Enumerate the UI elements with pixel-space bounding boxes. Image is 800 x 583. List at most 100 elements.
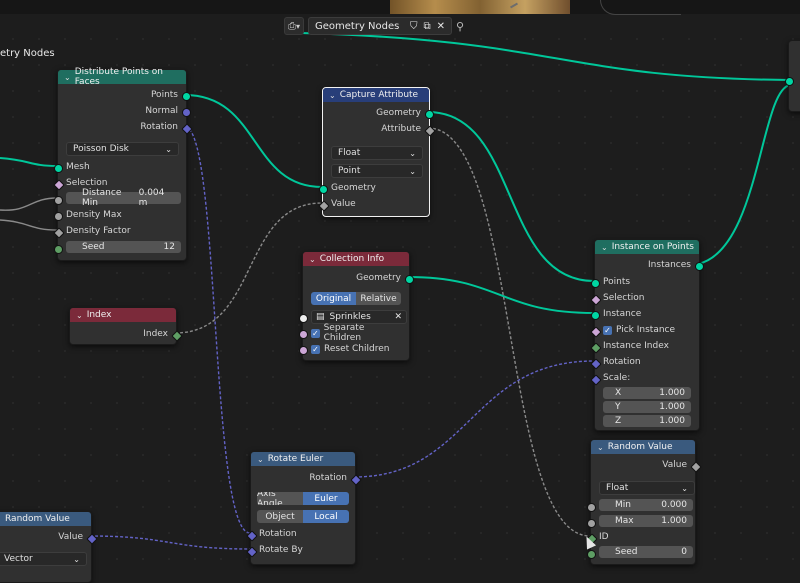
euler-option[interactable]: Euler — [303, 492, 349, 505]
local-option[interactable]: Local — [303, 510, 349, 523]
pin-icon[interactable]: ⚲ — [456, 20, 464, 33]
close-icon[interactable]: ✕ — [437, 21, 445, 32]
chevron-down-icon[interactable]: ⌄ — [597, 443, 604, 452]
collection-field[interactable]: ▤ Sprinkles ✕ — [311, 310, 407, 324]
output-normal: Normal — [58, 104, 186, 118]
min-field[interactable]: Min 0.000 — [599, 499, 693, 511]
random-vector-type-dropdown[interactable]: Vector ⌄ — [0, 552, 87, 566]
input-points: Points — [595, 275, 699, 289]
scale-y-field[interactable]: Y 1.000 — [603, 401, 691, 413]
chevron-down-icon[interactable]: ⌄ — [257, 455, 264, 464]
socket-geometry-in[interactable] — [319, 185, 328, 194]
transform-space-toggle[interactable]: Original Relative — [311, 292, 401, 305]
random-header[interactable]: ⌄ Random Value — [591, 440, 695, 454]
reset-children-row[interactable]: ✓ Reset Children — [303, 342, 409, 356]
capture-title: Capture Attribute — [339, 90, 419, 100]
chevron-down-icon: ▾ — [296, 21, 301, 31]
link-random-rotateby — [89, 535, 251, 550]
socket-mesh-in[interactable] — [54, 164, 63, 173]
socket-normal-out[interactable] — [182, 108, 191, 117]
input-mesh: Mesh — [58, 160, 186, 174]
output-label: Geometry — [356, 273, 401, 283]
instance-on-points-node[interactable]: ⌄ Instance on Points Instances Points Se… — [590, 239, 704, 431]
original-option[interactable]: Original — [311, 292, 356, 305]
socket-instances-out[interactable] — [695, 262, 704, 271]
chevron-down-icon[interactable]: ⌄ — [64, 73, 71, 82]
link-euler-instance — [353, 360, 595, 478]
chevron-down-icon[interactable]: ⌄ — [329, 91, 336, 100]
rotate-euler-node[interactable]: ⌄ Rotate Euler Rotation Axis Angle Euler… — [246, 451, 362, 565]
pick-instance-row[interactable]: ✓ Pick Instance — [595, 323, 699, 337]
object-option[interactable]: Object — [257, 510, 303, 523]
scale-x-field[interactable]: X 1.000 — [603, 387, 691, 399]
socket-instance-in[interactable] — [591, 311, 600, 320]
field-value: 1.000 — [659, 388, 685, 398]
space-toggle[interactable]: Object Local — [257, 510, 349, 523]
random-vector-header[interactable]: Random Value — [0, 512, 91, 526]
socket-geometry-out[interactable] — [425, 110, 434, 119]
max-field[interactable]: Max 1.000 — [599, 515, 693, 527]
random-type-dropdown[interactable]: Float ⌄ — [599, 481, 695, 495]
editor-type-button[interactable]: ⎙ ▾ — [284, 17, 305, 35]
link-left-float-1 — [0, 197, 58, 211]
relative-option[interactable]: Relative — [356, 292, 401, 305]
node-tree-selector[interactable]: Geometry Nodes ⛉ ⧉ ✕ — [308, 17, 453, 35]
chevron-down-icon[interactable]: ⌄ — [601, 243, 608, 252]
socket-seed-in[interactable] — [587, 550, 596, 559]
capture-header[interactable]: ⌄ Capture Attribute — [323, 88, 429, 102]
socket-group-output[interactable] — [785, 77, 794, 86]
rotate-header[interactable]: ⌄ Rotate Euler — [251, 452, 355, 466]
editor-title: etry Nodes — [0, 48, 55, 59]
socket-seed-in[interactable] — [54, 245, 63, 254]
link-instances-out — [697, 84, 791, 265]
socket-min-in[interactable] — [587, 503, 596, 512]
index-node[interactable]: ⌄ Index Index — [69, 307, 183, 345]
chevron-down-icon[interactable]: ⌄ — [309, 255, 316, 264]
link-left-float-2 — [0, 219, 58, 231]
close-icon[interactable]: ✕ — [394, 312, 402, 322]
separate-children-row[interactable]: ✓ Separate Children — [303, 323, 409, 343]
copy-icon[interactable]: ⧉ — [423, 21, 430, 32]
random-value-node[interactable]: ⌄ Random Value Value Float ⌄ Min 0.000 M… — [586, 439, 702, 565]
index-header[interactable]: ⌄ Index — [70, 308, 176, 322]
distribute-points-node[interactable]: ⌄ Distribute Points on Faces Points Norm… — [53, 67, 193, 261]
capture-domain-dropdown[interactable]: Point ⌄ — [331, 164, 423, 178]
seed-field[interactable]: Seed 12 — [66, 241, 181, 253]
capture-type-dropdown[interactable]: Float ⌄ — [331, 146, 423, 160]
socket-collection-in[interactable] — [299, 314, 308, 323]
axis-angle-option[interactable]: Axis Angle — [257, 492, 303, 505]
scale-z-field[interactable]: Z 1.000 — [603, 415, 691, 427]
field-label: X — [615, 388, 622, 398]
socket-separate-in[interactable] — [299, 330, 308, 339]
input-label: ID — [599, 532, 609, 542]
checkbox-pick-instance[interactable]: ✓ — [603, 325, 612, 335]
socket-points-in[interactable] — [591, 279, 600, 288]
link-mesh — [0, 157, 58, 167]
checkbox-label: Pick Instance — [616, 325, 676, 335]
shield-icon[interactable]: ⛉ — [410, 21, 418, 32]
input-label: Mesh — [66, 162, 90, 172]
distance-min-field[interactable]: Distance Min 0.004 m — [66, 188, 181, 208]
random-seed-field[interactable]: Seed 0 — [599, 546, 693, 558]
socket-reset-in[interactable] — [299, 346, 308, 355]
instance-header[interactable]: ⌄ Instance on Points — [595, 240, 699, 254]
distribute-header[interactable]: ⌄ Distribute Points on Faces — [58, 67, 186, 87]
socket-max-in[interactable] — [587, 519, 596, 528]
input-density-max: Density Max — [58, 208, 186, 222]
socket-points-out[interactable] — [182, 92, 191, 101]
random-value-vector-node[interactable]: Random Value Value Vector ⌄ — [0, 511, 98, 583]
group-output-node[interactable] — [785, 40, 800, 112]
capture-attribute-node[interactable]: ⌄ Capture Attribute Geometry Attribute F… — [318, 87, 436, 217]
rotation-type-toggle[interactable]: Axis Angle Euler — [257, 492, 349, 505]
socket-geometry-out[interactable] — [405, 275, 414, 284]
checkbox-reset[interactable]: ✓ — [311, 344, 320, 354]
collection-header[interactable]: ⌄ Collection Info — [303, 252, 409, 266]
checkbox-separate[interactable]: ✓ — [311, 328, 320, 338]
distribute-method-dropdown[interactable]: Poisson Disk ⌄ — [66, 142, 179, 156]
socket-density-max-in[interactable] — [54, 212, 63, 221]
collection-info-node[interactable]: ⌄ Collection Info Geometry Original Rela… — [299, 251, 414, 361]
output-points: Points — [58, 88, 186, 102]
socket-distance-in[interactable] — [54, 196, 63, 205]
output-label: Points — [150, 90, 178, 100]
chevron-down-icon[interactable]: ⌄ — [76, 311, 83, 320]
